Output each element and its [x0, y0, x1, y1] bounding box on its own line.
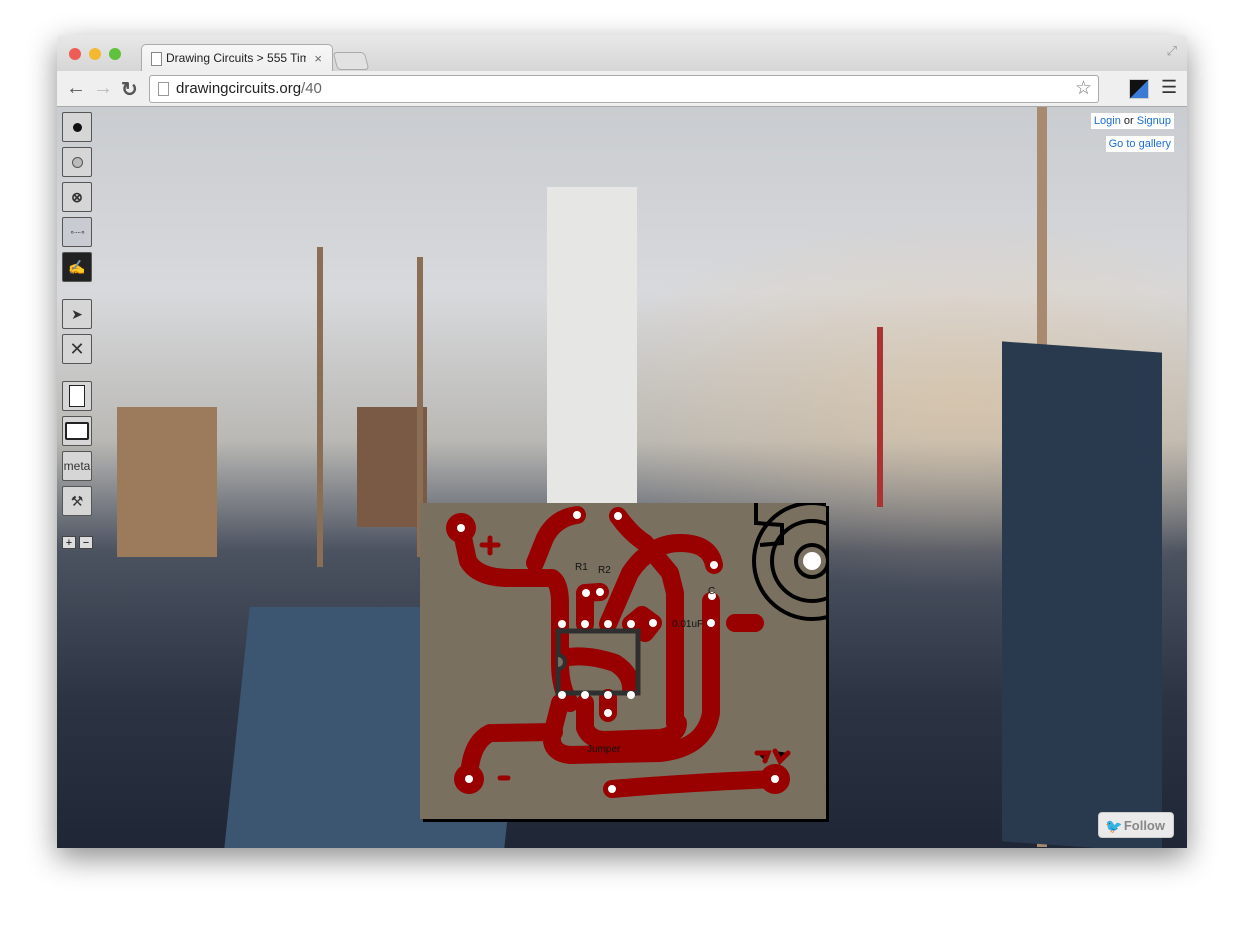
hole-tool-button[interactable]	[62, 147, 92, 177]
folder-icon	[65, 422, 89, 440]
open-button[interactable]	[62, 416, 92, 446]
delete-tool-button[interactable]: ✕	[62, 334, 92, 364]
zoom-out-button[interactable]: −	[79, 536, 93, 549]
menu-icon[interactable]: ☰	[1161, 77, 1177, 98]
auth-links: Login or Signup	[1090, 113, 1174, 129]
reload-button[interactable]: ↻	[121, 77, 138, 102]
x-icon: ✕	[69, 338, 85, 359]
zoom-in-button[interactable]: +	[62, 536, 76, 549]
address-bar[interactable]: drawingcircuits.org/40 ☆	[149, 75, 1099, 103]
bookmark-star-icon[interactable]: ☆	[1075, 77, 1092, 100]
drill-tool-button[interactable]: ⚒	[62, 486, 92, 516]
select-tool-button[interactable]: ➤	[62, 299, 92, 329]
fullscreen-icon[interactable]: ⤢	[1167, 43, 1177, 59]
page-icon	[158, 82, 169, 96]
tab-close-icon[interactable]: ×	[314, 45, 322, 72]
hand-marker-icon: ✍	[68, 258, 86, 275]
twitter-follow-button[interactable]: 🐦 Follow	[1098, 812, 1174, 838]
label-c: C	[708, 586, 715, 597]
drill-icon: ⚒	[70, 492, 84, 509]
extension-icon[interactable]	[1129, 79, 1149, 99]
or-text: or	[1123, 115, 1134, 127]
circuit-drawing[interactable]: R1 R2 C 0.01uF Jumper	[420, 501, 872, 819]
page-content: ⊗ ∘····∘ ✍ ➤ ✕ meta ⚒ + − Login or Signu…	[57, 107, 1187, 848]
label-jumper: Jumper	[587, 744, 621, 755]
browser-window: Drawing Circuits > 555 Timer × ⤢ ← → ↻ d…	[57, 35, 1187, 848]
component-tool-button[interactable]: ∘····∘	[62, 217, 92, 247]
page-icon	[151, 52, 162, 66]
tool-palette: ⊗ ∘····∘ ✍ ➤ ✕ meta ⚒ + −	[62, 112, 94, 549]
follow-label: Follow	[1123, 818, 1165, 833]
draw-tool-button[interactable]: ✍	[62, 252, 92, 282]
meta-label: meta	[63, 459, 91, 473]
gallery-link[interactable]: Go to gallery	[1105, 136, 1174, 152]
new-document-button[interactable]	[62, 381, 92, 411]
minimize-window-button[interactable]	[89, 48, 101, 60]
label-capacitance: 0.01uF	[672, 619, 703, 630]
signup-link[interactable]: Signup	[1137, 115, 1171, 127]
new-tab-button[interactable]	[332, 52, 370, 70]
tab-bar: Drawing Circuits > 555 Timer × ⤢	[57, 35, 1187, 72]
tab-active[interactable]: Drawing Circuits > 555 Timer ×	[141, 44, 333, 72]
twitter-bird-icon: 🐦	[1105, 818, 1123, 834]
login-link[interactable]: Login	[1094, 115, 1121, 127]
filled-dot-icon	[72, 122, 82, 132]
crossed-circle-icon: ⊗	[71, 188, 83, 205]
circuit-board-canvas[interactable]: R1 R2 C 0.01uF Jumper	[420, 501, 872, 819]
pad-tool-button[interactable]	[62, 112, 92, 142]
hollow-dot-icon	[71, 156, 83, 168]
via-tool-button[interactable]: ⊗	[62, 182, 92, 212]
browser-toolbar: ← → ↻ drawingcircuits.org/40 ☆ ☰	[57, 71, 1187, 107]
maximize-window-button[interactable]	[109, 48, 121, 60]
forward-button[interactable]: →	[93, 77, 113, 100]
ic-footprint-icon: ∘····∘	[69, 227, 86, 237]
close-window-button[interactable]	[69, 48, 81, 60]
url-text: drawingcircuits.org/40	[176, 80, 322, 97]
meta-button[interactable]: meta	[62, 451, 92, 481]
tab-title: Drawing Circuits > 555 Timer	[166, 51, 306, 65]
page-icon	[69, 385, 85, 407]
back-button[interactable]: ←	[66, 77, 86, 100]
label-r1: R1	[575, 562, 588, 573]
label-r2: R2	[598, 565, 611, 576]
pointer-icon: ➤	[71, 305, 83, 322]
